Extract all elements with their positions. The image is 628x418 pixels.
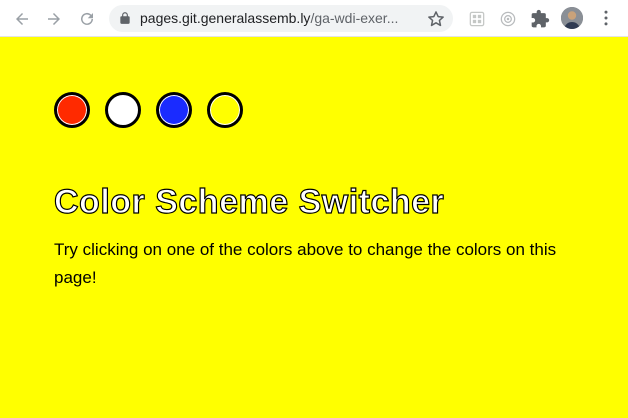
color-swatch-white[interactable] xyxy=(105,92,141,128)
page-description: Try clicking on one of the colors above … xyxy=(54,240,557,287)
browser-toolbar: pages.git.generalassemb.ly/ga-wdi-exer..… xyxy=(0,0,628,37)
page-body: Color Scheme Switcher Try clicking on on… xyxy=(0,38,628,418)
forward-button[interactable] xyxy=(43,8,65,30)
address-bar[interactable]: pages.git.generalassemb.ly/ga-wdi-exer..… xyxy=(109,5,453,32)
url-path: /ga-wdi-exer... xyxy=(310,10,399,26)
star-icon[interactable] xyxy=(426,9,446,29)
reload-icon xyxy=(81,12,93,25)
puzzle-extensions-icon[interactable] xyxy=(530,9,550,29)
color-swatch-blue[interactable] xyxy=(156,92,192,128)
profile-avatar[interactable] xyxy=(561,7,583,29)
lock-icon xyxy=(120,12,130,24)
back-button[interactable] xyxy=(11,8,33,30)
more-menu-icon[interactable] xyxy=(596,8,616,28)
url-host: pages.git.generalassemb.ly xyxy=(140,10,311,26)
arrow-left-icon xyxy=(16,13,28,25)
color-swatch-yellow[interactable] xyxy=(207,92,243,128)
arrow-right-icon xyxy=(48,13,60,25)
person-icon xyxy=(561,7,583,29)
extension-grid-icon[interactable] xyxy=(467,9,487,29)
url-text[interactable]: pages.git.generalassemb.ly/ga-wdi-exer..… xyxy=(140,10,426,27)
target-extension-icon[interactable] xyxy=(498,9,518,29)
color-swatch-red[interactable] xyxy=(54,92,90,128)
page-title: Color Scheme Switcher xyxy=(53,182,445,221)
reload-button[interactable] xyxy=(76,8,98,30)
